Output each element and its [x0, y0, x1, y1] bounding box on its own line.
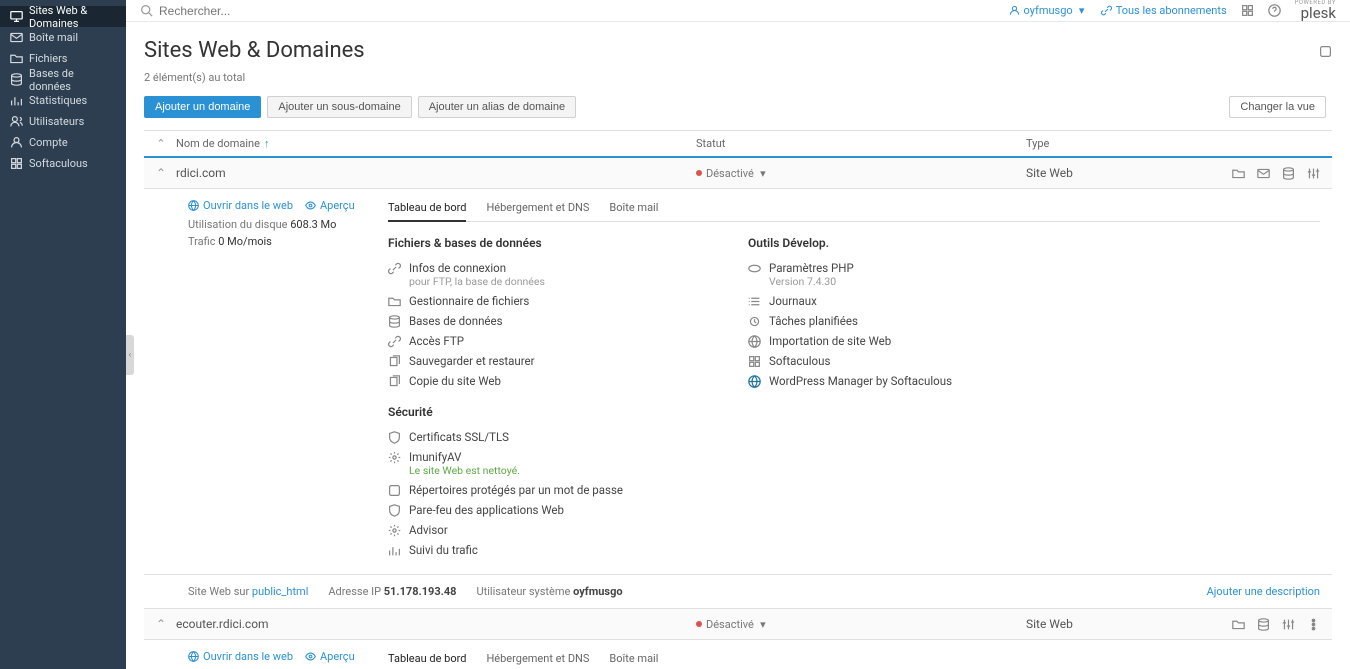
sidebar-item-statistics[interactable]: Statistiques [0, 90, 126, 111]
section-security-heading: Sécurité [388, 405, 688, 419]
help-icon[interactable] [1268, 4, 1281, 17]
section-files-heading: Fichiers & bases de données [388, 236, 688, 250]
status-chip[interactable]: Désactivé ▾ [696, 167, 1026, 180]
status-chip[interactable]: Désactivé ▾ [696, 618, 1026, 631]
column-status[interactable]: Statut [696, 137, 1026, 150]
tab-hosting[interactable]: Hébergement et DNS [486, 199, 589, 221]
sort-asc-icon: ↑ [264, 137, 270, 150]
topbar: oyfmusgo ▾ Tous les abonnements POWERED … [126, 0, 1350, 22]
chevron-down-icon: ▾ [758, 619, 768, 629]
page-title: Sites Web & Domaines [144, 38, 365, 63]
tool-imunify[interactable]: ImunifyAVLe site Web est nettoyé. [388, 447, 688, 480]
tool-protected-dirs[interactable]: Répertoires protégés par un mot de passe [388, 480, 688, 500]
brand-logo: POWERED BY plesk [1295, 0, 1336, 21]
ext-icon[interactable] [1241, 4, 1254, 17]
docroot-link[interactable]: public_html [252, 585, 308, 598]
sidebar-item-label: Utilisateurs [29, 115, 84, 128]
tab-hosting[interactable]: Hébergement et DNS [486, 650, 589, 669]
tab-mail[interactable]: Boîte mail [609, 199, 658, 221]
preview-link[interactable]: Aperçu [305, 650, 355, 663]
tool-databases[interactable]: Bases de données [388, 311, 688, 331]
sidebar-item-label: Fichiers [29, 52, 67, 65]
chevron-down-icon: ▾ [758, 168, 768, 178]
settings-icon[interactable] [1282, 618, 1295, 631]
domain-name: rdici.com [176, 166, 696, 180]
sidebar: Sites Web & Domaines Boîte mail Fichiers… [0, 0, 126, 669]
sidebar-item-websites[interactable]: Sites Web & Domaines [0, 6, 126, 27]
open-web-link[interactable]: Ouvrir dans le web [188, 650, 293, 663]
tool-php-settings[interactable]: Paramètres PHPVersion 7.4.30 [748, 258, 1048, 291]
mail-icon[interactable] [1257, 167, 1270, 180]
sidebar-collapse-handle[interactable]: ‹ [126, 335, 134, 375]
tool-file-manager[interactable]: Gestionnaire de fichiers [388, 291, 688, 311]
sidebar-item-label: Boîte mail [29, 31, 78, 44]
sidebar-item-databases[interactable]: Bases de données [0, 69, 126, 90]
status-dot-icon [696, 621, 702, 627]
sidebar-item-mail[interactable]: Boîte mail [0, 27, 126, 48]
column-name[interactable]: Nom de domaine [176, 137, 260, 150]
open-web-link[interactable]: Ouvrir dans le web [188, 199, 293, 212]
sidebar-item-label: Compte [29, 136, 68, 149]
domain-detail: Ouvrir dans le web Aperçu Utilisation du… [144, 640, 1332, 669]
sidebar-item-account[interactable]: Compte [0, 132, 126, 153]
tab-dashboard[interactable]: Tableau de bord [388, 199, 466, 222]
add-alias-button[interactable]: Ajouter un alias de domaine [418, 96, 576, 118]
sidebar-item-users[interactable]: Utilisateurs [0, 111, 126, 132]
change-view-button[interactable]: Changer la vue [1229, 96, 1326, 118]
section-dev-heading: Outils Dévelop. [748, 236, 1048, 250]
tool-ftp[interactable]: Accès FTP [388, 331, 688, 351]
tool-site-import[interactable]: Importation de site Web [748, 331, 1048, 351]
user-menu[interactable]: oyfmusgo ▾ [1009, 4, 1087, 17]
tool-wp-manager[interactable]: WordPress Manager by Softaculous [748, 371, 1048, 391]
tool-softaculous[interactable]: Softaculous [748, 351, 1048, 371]
search-input[interactable] [159, 4, 459, 18]
domain-detail: Ouvrir dans le web Aperçu Utilisation du… [144, 189, 1332, 575]
tool-scheduled[interactable]: Tâches planifiées [748, 311, 1048, 331]
collapse-icon[interactable]: ⌃ [156, 619, 166, 629]
add-domain-button[interactable]: Ajouter un domaine [144, 96, 261, 118]
preview-link[interactable]: Aperçu [305, 199, 355, 212]
tool-advisor[interactable]: Advisor [388, 520, 688, 540]
domain-name: ecouter.rdici.com [176, 617, 696, 631]
layout-toggle-icon[interactable] [1319, 45, 1332, 58]
tab-mail[interactable]: Boîte mail [609, 650, 658, 669]
settings-icon[interactable] [1307, 167, 1320, 180]
sidebar-item-label: Sites Web & Domaines [29, 4, 116, 30]
more-icon[interactable] [1307, 618, 1320, 631]
tool-connection-info[interactable]: Infos de connexionpour FTP, la base de d… [388, 258, 688, 291]
files-icon[interactable] [1232, 167, 1245, 180]
domain-row[interactable]: ⌃ rdici.com Désactivé ▾ Site Web [144, 158, 1332, 189]
tool-logs[interactable]: Journaux [748, 291, 1048, 311]
subscriptions-link[interactable]: Tous les abonnements [1101, 4, 1227, 17]
expand-all-icon[interactable]: ⌃ [156, 139, 166, 149]
table-header: ⌃ Nom de domaine ↑ Statut Type [144, 130, 1332, 158]
tool-traffic-monitor[interactable]: Suivi du trafic [388, 540, 688, 560]
tool-backup[interactable]: Sauvegarder et restaurer [388, 351, 688, 371]
column-type[interactable]: Type [1026, 137, 1226, 150]
database-icon[interactable] [1257, 618, 1270, 631]
database-icon[interactable] [1282, 167, 1295, 180]
domain-type: Site Web [1026, 166, 1226, 180]
add-subdomain-button[interactable]: Ajouter un sous-domaine [267, 96, 411, 118]
total-count: 2 élément(s) au total [144, 71, 1332, 84]
sidebar-item-label: Softaculous [29, 157, 88, 170]
files-icon[interactable] [1232, 618, 1245, 631]
add-description-link[interactable]: Ajouter une description [1207, 585, 1320, 598]
tool-site-copy[interactable]: Copie du site Web [388, 371, 688, 391]
tool-waf[interactable]: Pare-feu des applications Web [388, 500, 688, 520]
sidebar-item-label: Bases de données [29, 67, 116, 93]
sidebar-item-softaculous[interactable]: Softaculous [0, 153, 126, 174]
tool-ssl[interactable]: Certificats SSL/TLS [388, 427, 688, 447]
tab-dashboard[interactable]: Tableau de bord [388, 650, 466, 669]
status-dot-icon [696, 170, 702, 176]
sidebar-item-label: Statistiques [29, 94, 87, 107]
search-icon [140, 4, 153, 17]
chevron-down-icon: ▾ [1077, 6, 1087, 16]
domain-type: Site Web [1026, 617, 1226, 631]
domain-footer: Site Web sur public_html Adresse IP 51.1… [144, 575, 1332, 609]
domain-row[interactable]: ⌃ ecouter.rdici.com Désactivé ▾ Site Web [144, 609, 1332, 640]
collapse-icon[interactable]: ⌃ [156, 168, 166, 178]
